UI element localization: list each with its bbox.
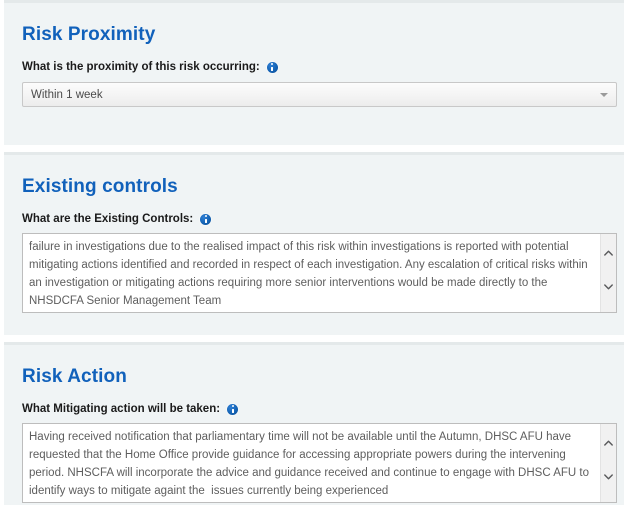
proximity-dropdown[interactable]: Within 1 week bbox=[22, 82, 617, 107]
panel-risk-proximity-body: Risk Proximity What is the proximity of … bbox=[4, 3, 624, 107]
risk-action-scrollbar[interactable] bbox=[600, 424, 616, 502]
existing-controls-textarea[interactable]: failure in investigations due to the rea… bbox=[22, 233, 617, 313]
page-title-risk-action: Risk Action bbox=[22, 366, 127, 387]
panel-existing-controls-body: Existing controls What are the Existing … bbox=[4, 155, 624, 313]
panel-divider-1 bbox=[4, 145, 624, 152]
existing-controls-scrollbar[interactable] bbox=[600, 234, 616, 312]
info-icon[interactable] bbox=[200, 213, 212, 225]
field-label-risk-proximity: What is the proximity of this risk occur… bbox=[22, 60, 624, 74]
chevron-down-icon[interactable] bbox=[604, 284, 613, 290]
field-label-risk-action: What Mitigating action will be taken: bbox=[22, 402, 624, 416]
panel-risk-proximity: Risk Proximity What is the proximity of … bbox=[4, 0, 624, 145]
proximity-dropdown-value: Within 1 week bbox=[31, 88, 103, 101]
chevron-up-icon[interactable] bbox=[604, 250, 613, 256]
panel-risk-action-body: Risk Action What Mitigating action will … bbox=[4, 345, 624, 503]
panel-existing-controls: Existing controls What are the Existing … bbox=[4, 152, 624, 335]
field-label-existing-controls: What are the Existing Controls: bbox=[22, 212, 624, 226]
risk-action-textarea[interactable]: Having received notification that parlia… bbox=[22, 423, 617, 503]
page-title-existing-controls: Existing controls bbox=[22, 176, 178, 197]
chevron-down-icon[interactable] bbox=[600, 92, 608, 97]
chevron-down-icon[interactable] bbox=[604, 474, 613, 480]
info-icon[interactable] bbox=[227, 403, 239, 415]
field-label-text: What Mitigating action will be taken: bbox=[22, 403, 221, 415]
risk-action-textarea-value[interactable]: Having received notification that parlia… bbox=[23, 424, 600, 502]
panel-divider-2 bbox=[4, 335, 624, 342]
page-title-risk-proximity: Risk Proximity bbox=[22, 24, 156, 45]
field-label-text: What is the proximity of this risk occur… bbox=[22, 61, 260, 73]
panel-risk-action: Risk Action What Mitigating action will … bbox=[4, 342, 624, 505]
chevron-up-icon[interactable] bbox=[604, 440, 613, 446]
field-label-text: What are the Existing Controls: bbox=[22, 213, 194, 225]
existing-controls-textarea-value[interactable]: failure in investigations due to the rea… bbox=[23, 234, 600, 312]
info-icon[interactable] bbox=[266, 61, 278, 73]
risk-form-page: Risk Proximity What is the proximity of … bbox=[0, 0, 624, 505]
